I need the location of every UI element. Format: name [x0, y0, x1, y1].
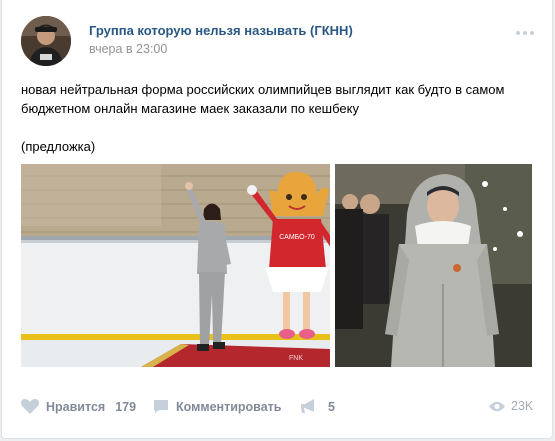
group-avatar[interactable]: [21, 16, 71, 66]
views-count: 23K: [511, 399, 534, 413]
share-count: 5: [328, 399, 335, 414]
heart-icon: [21, 399, 39, 414]
wall-post: Группа которую нельзя называть (ГКНН) вч…: [1, 0, 553, 439]
like-count: 179: [115, 400, 137, 414]
comment-button[interactable]: Комментировать: [153, 399, 281, 414]
post-text: новая нейтральная форма российских олимп…: [21, 82, 505, 154]
comment-label: Комментировать: [176, 399, 282, 414]
megaphone-icon: [301, 399, 314, 413]
post-photo-woman-in-coat[interactable]: [335, 164, 532, 367]
share-button[interactable]: 5: [300, 399, 335, 414]
like-button[interactable]: Нравится 179: [21, 399, 136, 415]
post-actions-bar: Нравится 179 Комментировать 5 23K: [2, 392, 554, 428]
like-label: Нравится: [46, 400, 106, 414]
photo-watermark: FNK: [289, 355, 303, 362]
post-photo-skater[interactable]: САМБО-70 FNK: [21, 164, 330, 367]
views-counter: 23K: [489, 399, 533, 413]
more-dots-icon[interactable]: [514, 26, 536, 40]
mascot-banner-text: САМБО-70: [279, 234, 315, 241]
eye-icon: [489, 401, 505, 411]
post-timestamp[interactable]: вчера в 23:00: [89, 42, 167, 56]
post-author-link[interactable]: Группа которую нельзя называть (ГКНН): [89, 23, 353, 38]
comment-icon: [154, 400, 168, 413]
